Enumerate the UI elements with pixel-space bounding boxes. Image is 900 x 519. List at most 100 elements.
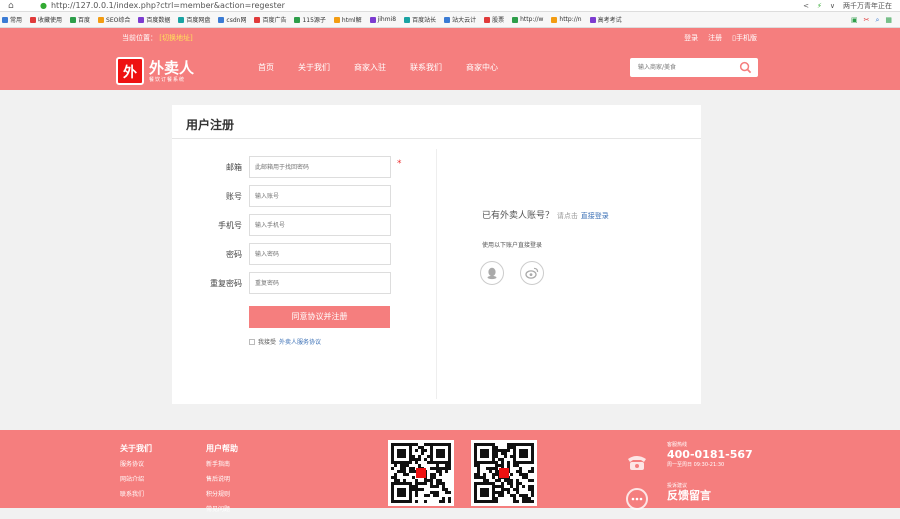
- weibo-login-button[interactable]: [520, 261, 544, 285]
- bookmark-label: 百度网盘: [186, 17, 211, 24]
- repeat-password-field[interactable]: [249, 272, 391, 294]
- bookmark-label: 股票: [492, 17, 505, 24]
- footer-link-faq[interactable]: 常见问题: [206, 504, 238, 513]
- have-account-text: 已有外卖人账号？: [482, 211, 555, 221]
- footer-link-contact[interactable]: 联系我们: [120, 489, 152, 498]
- footer-about: 关于我们 服务协议 网站介绍 联系我们: [120, 443, 152, 504]
- qq-icon: [487, 267, 497, 280]
- qr-code-wechat: [471, 440, 537, 506]
- bookmark-item[interactable]: 百度网盘: [178, 15, 210, 24]
- nav-about[interactable]: 关于我们: [298, 62, 330, 73]
- bookmark-item[interactable]: 百度站长: [404, 15, 436, 24]
- bookmark-label: csdn网: [226, 17, 247, 24]
- bookmark-item[interactable]: http://n: [551, 16, 582, 23]
- game-icon[interactable]: ▦: [885, 16, 892, 24]
- form-row-phone: 手机号: [172, 214, 436, 236]
- footer-link-service[interactable]: 服务协议: [120, 459, 152, 468]
- bookmark-icon: [30, 16, 37, 23]
- chat-bubble-icon: [626, 488, 648, 510]
- account-field[interactable]: [249, 185, 391, 207]
- register-card: 用户注册 邮箱 * 账号 手机号 密码 重复密码 同意协议并注册 我接受 外卖人…: [172, 105, 701, 404]
- search-icon[interactable]: [739, 61, 752, 74]
- footer-link-points[interactable]: 积分规则: [206, 489, 238, 498]
- browser-search-box[interactable]: 两千万青年正在: [843, 1, 892, 11]
- browser-toolbar: ⌂ ● http://127.0.0.1/index.php?ctrl=memb…: [0, 0, 900, 12]
- footer-link-aftersale[interactable]: 售后说明: [206, 474, 238, 483]
- agree-prefix: 我接受: [258, 339, 277, 346]
- search-input[interactable]: [630, 60, 730, 75]
- bookmark-item[interactable]: html解: [333, 15, 362, 24]
- switch-address-link[interactable]: [切换地址]: [159, 34, 192, 42]
- feedback-info: 投诉建议 反馈留言: [667, 482, 711, 502]
- phone-field[interactable]: [249, 214, 391, 236]
- bookmark-icon: [404, 16, 411, 23]
- logo-mark: 外: [116, 57, 144, 85]
- chevron-down-icon[interactable]: ∨: [830, 2, 835, 10]
- location-bar: 当前位置： [切换地址]: [122, 33, 193, 43]
- bookmark-label: 高考考试: [597, 17, 622, 24]
- address-bar[interactable]: http://127.0.0.1/index.php?ctrl=member&a…: [51, 1, 285, 10]
- page-title: 用户注册: [186, 118, 235, 132]
- bookmarks-bar: 常用 收藏使用 百度 SEO综合 百度数据 百度网盘 csdn网 百度广告 115源子 html解…: [0, 12, 900, 28]
- search-icon[interactable]: ⌕: [875, 16, 879, 25]
- share-icon[interactable]: <: [803, 2, 809, 10]
- bookmark-item[interactable]: 股票: [484, 15, 504, 24]
- header-links: 登录 注册 ▯手机版: [684, 33, 757, 43]
- footer-about-title: 关于我们: [120, 444, 152, 453]
- nav-contact[interactable]: 联系我们: [410, 62, 442, 73]
- nav-merchant-join[interactable]: 商家入驻: [354, 62, 386, 73]
- bookmark-item[interactable]: 百度: [70, 15, 90, 24]
- have-account: 已有外卖人账号？ 请点击 直接登录: [482, 208, 609, 221]
- bookmark-item[interactable]: csdn网: [218, 15, 246, 24]
- phone-number: 400-0181-567: [667, 448, 753, 461]
- bookmark-label: 115源子: [302, 17, 326, 24]
- account-label: 账号: [226, 192, 242, 201]
- qq-login-button[interactable]: [480, 261, 504, 285]
- site-header: 当前位置： [切换地址] 登录 注册 ▯手机版 外 外卖人 餐饮订餐系统 首页 …: [0, 28, 900, 90]
- register-button[interactable]: 同意协议并注册: [249, 306, 390, 328]
- bookmark-label: SEO综合: [106, 17, 131, 24]
- qr-code-app: [388, 440, 454, 506]
- extension-icon[interactable]: ▣: [851, 16, 858, 24]
- bookmark-item[interactable]: jihmi8: [369, 16, 396, 23]
- bookmark-item[interactable]: 常用: [2, 15, 22, 24]
- bookmark-item[interactable]: SEO综合: [98, 15, 130, 24]
- form-row-repeat-password: 重复密码: [172, 272, 436, 294]
- bookmark-item[interactable]: http://w: [512, 16, 543, 23]
- nav-merchant-center[interactable]: 商家中心: [466, 62, 498, 73]
- footer-link-guide[interactable]: 新手指南: [206, 459, 238, 468]
- service-agreement-link[interactable]: 外卖人服务协议: [279, 337, 321, 346]
- register-link[interactable]: 注册: [708, 33, 722, 43]
- bookmark-item[interactable]: 百度广告: [254, 15, 286, 24]
- bookmark-icon: [138, 16, 145, 23]
- bookmark-label: 百度站长: [412, 17, 437, 24]
- form-row-email: 邮箱 *: [172, 156, 436, 178]
- bookmark-item[interactable]: 百度数据: [138, 15, 170, 24]
- main-nav: 首页 关于我们 商家入驻 联系我们 商家中心: [258, 62, 522, 73]
- agree-checkbox[interactable]: [249, 338, 255, 345]
- home-icon[interactable]: ⌂: [8, 1, 22, 11]
- bookmark-item[interactable]: 115源子: [294, 15, 326, 24]
- feedback-link[interactable]: 反馈留言: [667, 489, 711, 502]
- bookmark-item[interactable]: 收藏使用: [30, 15, 62, 24]
- email-field[interactable]: [249, 156, 391, 178]
- password-field[interactable]: [249, 243, 391, 265]
- scissors-icon[interactable]: ✂: [864, 16, 870, 24]
- lightning-icon[interactable]: ⚡: [817, 2, 822, 10]
- bookmark-icon: [178, 16, 185, 23]
- bookmark-icon: [333, 16, 340, 23]
- site-logo[interactable]: 外 外卖人 餐饮订餐系统: [116, 55, 204, 87]
- phone-label: 手机号: [218, 221, 242, 230]
- direct-login-link[interactable]: 直接登录: [581, 212, 609, 220]
- bookmark-label: http://w: [520, 16, 544, 23]
- mobile-link-label: 手机版: [736, 34, 757, 42]
- bookmark-icon: [484, 16, 491, 23]
- nav-home[interactable]: 首页: [258, 62, 274, 73]
- divider: [436, 149, 437, 399]
- bookmark-item[interactable]: 站大云计: [444, 15, 476, 24]
- footer-link-intro[interactable]: 网站介绍: [120, 474, 152, 483]
- bookmark-item[interactable]: 高考考试: [589, 15, 622, 24]
- bookmark-icon: [294, 16, 301, 23]
- login-link[interactable]: 登录: [684, 33, 698, 43]
- mobile-link[interactable]: ▯手机版: [732, 33, 757, 43]
